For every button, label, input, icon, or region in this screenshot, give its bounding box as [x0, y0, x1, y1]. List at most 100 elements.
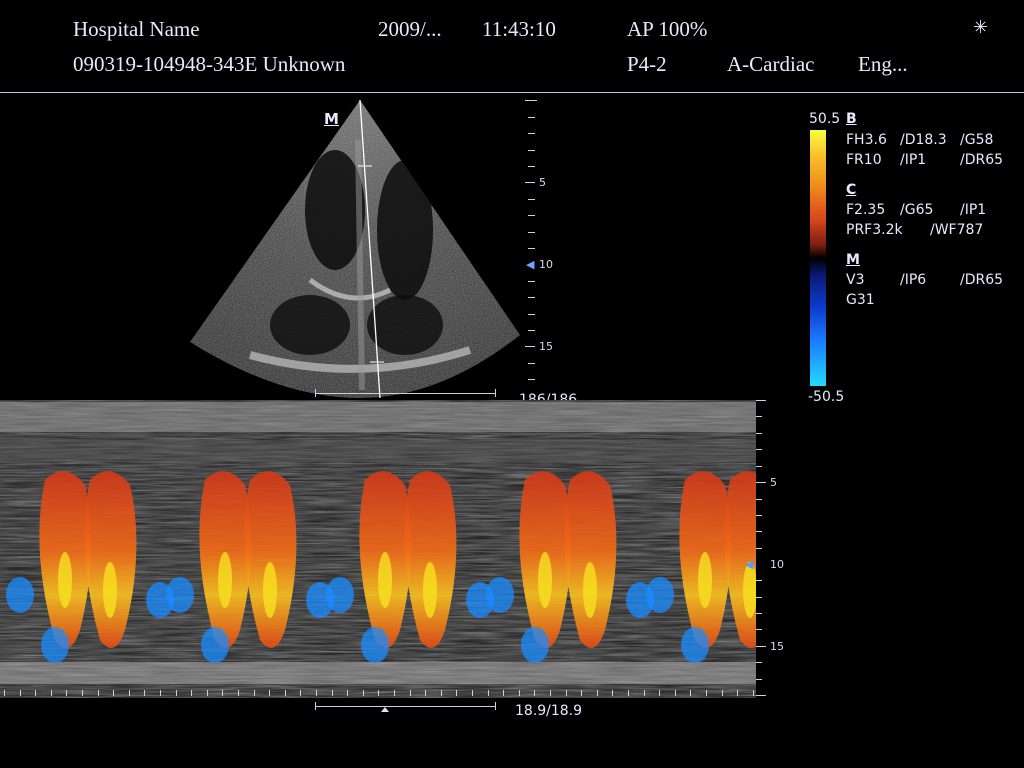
time-tick [534, 690, 536, 696]
time-tick [253, 690, 255, 696]
b-param-ip: /IP1 [900, 152, 927, 168]
yellow-flow-core [583, 562, 597, 618]
time-tick [66, 690, 68, 696]
b-param-fr: FR10 [846, 152, 882, 168]
time-tick [628, 690, 629, 696]
cine-position-marker-icon[interactable] [381, 707, 389, 712]
time-tick [35, 690, 37, 696]
time-tick [347, 690, 349, 696]
time-tick [97, 690, 99, 696]
time-axis [0, 690, 756, 698]
time-tick [425, 690, 427, 696]
time-tick [4, 690, 5, 696]
yellow-flow-core [218, 552, 232, 608]
time-tick [378, 690, 380, 696]
time-tick [643, 690, 645, 696]
mmode-depth-5: 5 [770, 476, 777, 489]
time-tick [362, 690, 364, 696]
blue-flow-patch [326, 577, 354, 613]
preset-name: A-Cardiac [727, 52, 815, 76]
time-tick [284, 690, 286, 696]
time-tick [581, 690, 583, 696]
time-tick [409, 690, 411, 696]
yellow-flow-core [103, 562, 117, 618]
snowflake-icon[interactable]: ✳ [973, 17, 988, 38]
c-param-ip: /IP1 [960, 202, 987, 218]
color-m-mode-strip[interactable] [0, 400, 756, 698]
focus-marker-icon[interactable]: ◀ [526, 258, 534, 271]
mmode-cine-bar[interactable] [315, 702, 496, 712]
colorbar-max: 50.5 [809, 111, 841, 127]
time-tick [160, 690, 161, 696]
time-tick [316, 690, 317, 696]
sector-depth-5: 5 [539, 176, 546, 189]
colorbar-min: -50.5 [808, 389, 845, 405]
mmode-depth-15: 15 [770, 640, 784, 653]
yellow-flow-core [58, 552, 72, 608]
m-param-v: V3 [846, 272, 865, 288]
time-tick [331, 690, 333, 696]
time-tick [128, 690, 130, 696]
time-tick [191, 690, 193, 696]
hospital-name: Hospital Name [73, 17, 200, 41]
time-tick [472, 690, 473, 696]
time-tick [144, 690, 146, 696]
yellow-flow-core [538, 552, 552, 608]
b-param-dr: /DR65 [960, 152, 1004, 168]
m-param-ip: /IP6 [900, 272, 927, 288]
m-param-dr: /DR65 [960, 272, 1004, 288]
time-tick [659, 690, 661, 696]
blue-flow-patch [166, 577, 194, 613]
time-tick [721, 690, 723, 696]
header-divider [0, 92, 1024, 93]
velocity-colorbar [810, 130, 826, 386]
acoustic-power: AP 100% [627, 17, 708, 41]
yellow-flow-core [378, 552, 392, 608]
time-tick [300, 690, 302, 696]
b-mode-sector[interactable] [190, 100, 520, 398]
time-tick [394, 690, 395, 696]
yellow-flow-core [698, 552, 712, 608]
time-tick [737, 690, 739, 696]
mmode-focus-marker-icon[interactable]: ◀ [745, 558, 753, 571]
b-mode-title: B [846, 111, 857, 127]
blue-flow-patch [361, 627, 389, 663]
blue-flow-patch [486, 577, 514, 613]
patient-id: 090319-104948-343E Unknown [73, 52, 346, 76]
time-tick [752, 690, 754, 696]
time-tick [175, 690, 177, 696]
m-line-label: M [324, 110, 339, 128]
c-param-f: F2.35 [846, 202, 886, 218]
time-tick [50, 690, 52, 696]
language-setting[interactable]: Eng... [858, 52, 908, 77]
time-tick [518, 690, 520, 696]
time-tick [206, 690, 208, 696]
c-param-wf: /WF787 [930, 222, 984, 238]
b-param-d: /D18.3 [900, 132, 947, 148]
c-param-prf: PRF3.2k [846, 222, 903, 238]
time-counter: 18.9/18.9 [515, 703, 583, 719]
c-mode-title: C [846, 182, 857, 198]
time-tick [222, 690, 224, 696]
time-tick [565, 690, 567, 696]
time-tick [690, 690, 692, 696]
date-text: 2009/... [378, 17, 442, 41]
time-tick [596, 690, 598, 696]
time-tick [82, 690, 83, 696]
blue-flow-patch [681, 627, 709, 663]
blue-flow-patch [6, 577, 34, 613]
blue-flow-patch [521, 627, 549, 663]
time-tick [269, 690, 271, 696]
c-param-g: /G65 [900, 202, 934, 218]
time-tick [487, 690, 489, 696]
m-mode-title: M [846, 252, 860, 268]
time-tick [440, 690, 442, 696]
time-tick [113, 690, 115, 696]
b-param-g: /G58 [960, 132, 994, 148]
mmode-depth-10: 10 [770, 558, 784, 571]
sector-depth-15: 15 [539, 340, 553, 353]
sector-cine-bar[interactable] [315, 389, 496, 397]
sector-depth-10: 10 [539, 258, 553, 271]
time-tick [503, 690, 505, 696]
time-tick [674, 690, 676, 696]
